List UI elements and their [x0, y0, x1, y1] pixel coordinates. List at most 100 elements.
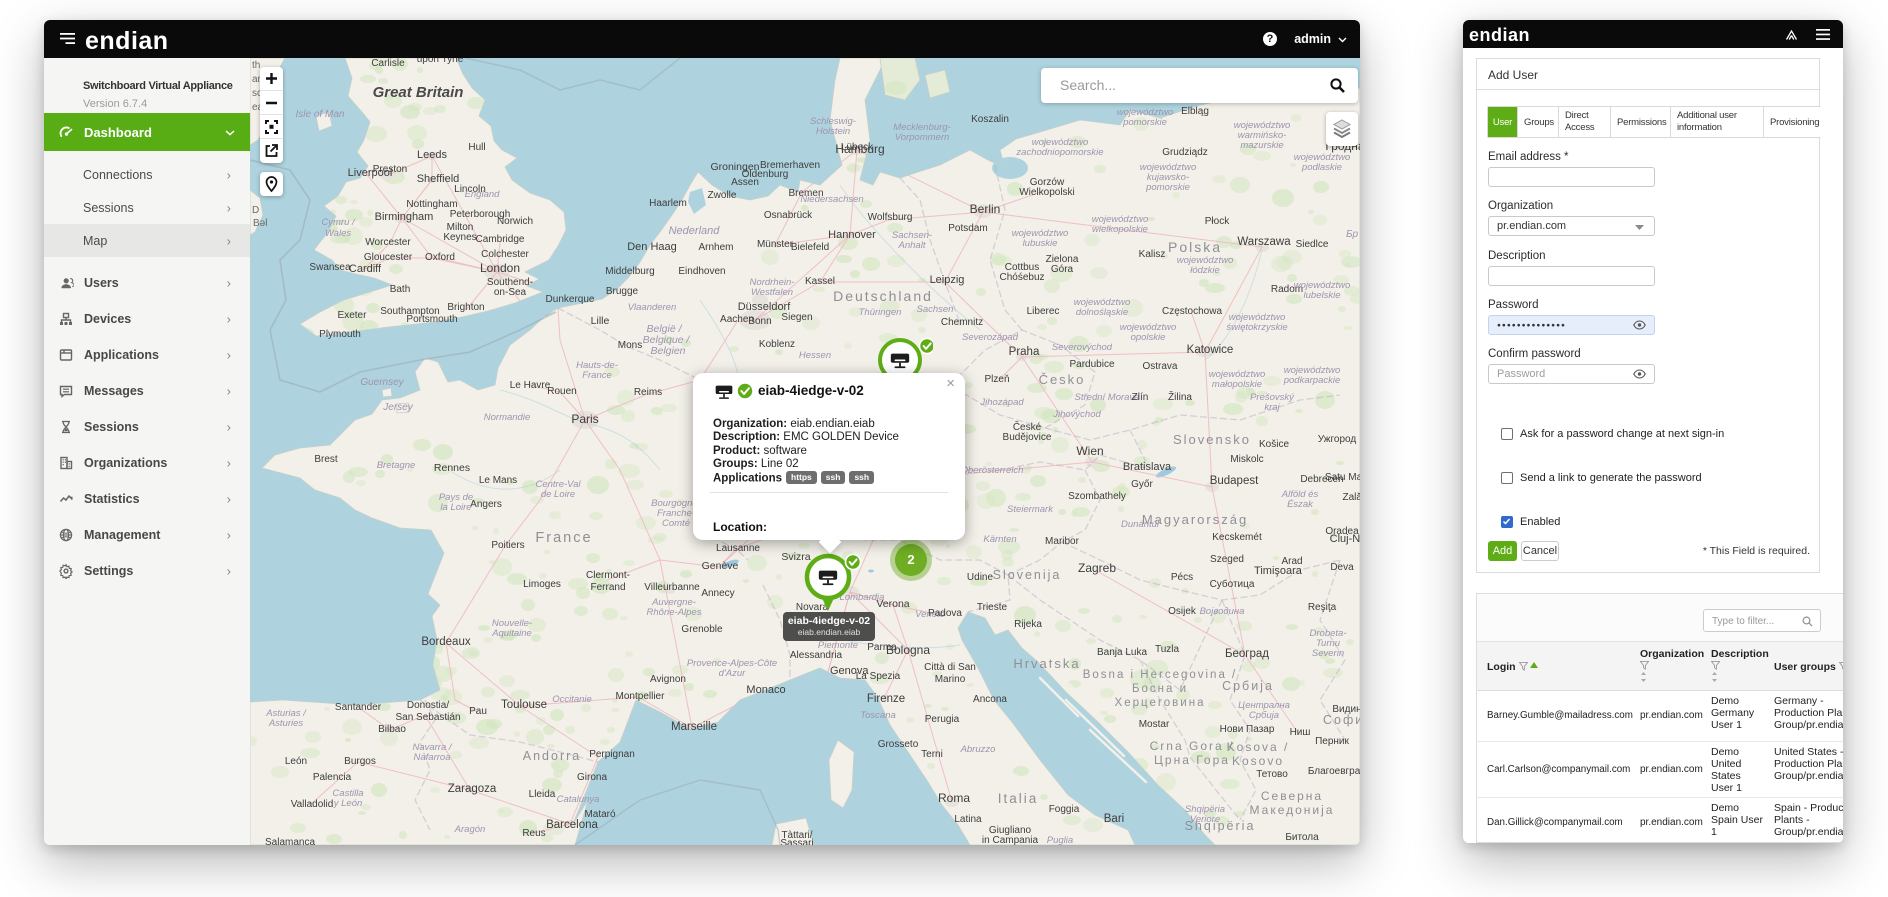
svg-text:Le Mans: Le Mans: [479, 475, 517, 486]
svg-text:Den Haag: Den Haag: [627, 241, 677, 253]
svg-text:Birmingham: Birmingham: [375, 211, 434, 223]
svg-text:Chóśebuz: Chóśebuz: [999, 272, 1044, 283]
svg-text:Carlisle: Carlisle: [371, 58, 405, 69]
svg-text:Košice: Košice: [1259, 439, 1289, 450]
svg-text:Polska: Polska: [1168, 239, 1222, 255]
svg-text:Reus: Reus: [522, 828, 545, 839]
svg-text:Pardubice: Pardubice: [1069, 359, 1114, 370]
svg-text:Bratislava: Bratislava: [1123, 461, 1172, 473]
svg-text:Isle of Man: Isle of Man: [296, 109, 345, 120]
svg-text:Grosseto: Grosseto: [878, 739, 919, 750]
svg-text:Münster: Münster: [757, 239, 794, 250]
svg-text:Worcester: Worcester: [365, 237, 411, 248]
svg-text:Slovenija: Slovenija: [993, 568, 1062, 582]
svg-text:Grudziądz: Grudziądz: [1162, 147, 1208, 158]
svg-text:Santander: Santander: [335, 702, 382, 713]
svg-text:Херцеговина: Херцеговина: [1115, 697, 1206, 709]
svg-text:France: France: [535, 530, 592, 546]
svg-text:y León: y León: [333, 798, 363, 809]
svg-text:Severozápad: Severozápad: [962, 332, 1019, 343]
svg-text:Tuzla: Tuzla: [1155, 644, 1180, 655]
svg-text:Kalisz: Kalisz: [1139, 249, 1166, 260]
svg-text:Montpellier: Montpellier: [616, 691, 666, 702]
svg-text:Padova: Padova: [928, 608, 962, 619]
svg-text:Keynes: Keynes: [443, 232, 476, 243]
svg-text:Plzeň: Plzeň: [984, 374, 1009, 385]
svg-text:София: София: [1323, 713, 1360, 727]
svg-text:upon Tyne: upon Tyne: [417, 58, 464, 65]
svg-text:Marseille: Marseille: [671, 721, 717, 733]
svg-text:Nederland: Nederland: [669, 225, 721, 237]
svg-text:Siedlce: Siedlce: [1296, 239, 1329, 250]
svg-text:León: León: [285, 756, 307, 767]
svg-text:Thüringen: Thüringen: [859, 307, 902, 318]
svg-text:Нови Пазар: Нови Пазар: [1220, 724, 1275, 735]
svg-text:Asturies: Asturies: [268, 718, 304, 729]
svg-text:Holstein: Holstein: [816, 126, 850, 137]
svg-text:Kosovo: Kosovo: [1232, 754, 1284, 768]
svg-text:Steiermark: Steiermark: [1007, 504, 1054, 515]
svg-text:podkarpackie: podkarpackie: [1283, 375, 1341, 386]
svg-text:Rouen: Rouen: [547, 386, 576, 397]
svg-text:Bremerhaven: Bremerhaven: [760, 160, 820, 171]
svg-text:Roma: Roma: [938, 791, 970, 805]
svg-text:on-Sea: on-Sea: [494, 287, 527, 298]
svg-text:Kassel: Kassel: [805, 276, 835, 287]
svg-text:Hannover: Hannover: [828, 229, 876, 241]
svg-text:Lille: Lille: [591, 315, 610, 327]
svg-text:Благоевград: Благоевград: [1308, 766, 1360, 777]
svg-text:la Loire: la Loire: [440, 502, 471, 513]
svg-text:Catalunya: Catalunya: [557, 794, 600, 805]
svg-text:Ужгород: Ужгород: [1318, 434, 1357, 445]
svg-text:wielkopolskie: wielkopolskie: [1092, 224, 1148, 235]
svg-text:Avignon: Avignon: [650, 674, 686, 685]
svg-text:Jihozápad: Jihozápad: [979, 397, 1024, 408]
svg-text:świętokrzyskie: świętokrzyskie: [1226, 322, 1287, 333]
svg-text:lubuskie: lubuskie: [1023, 238, 1058, 249]
svg-text:Jihovýchod: Jihovýchod: [1052, 409, 1101, 420]
svg-text:Angers: Angers: [470, 499, 502, 510]
svg-text:Eindhoven: Eindhoven: [678, 266, 725, 277]
svg-text:Северна: Северна: [1261, 789, 1323, 803]
svg-text:Střední Morava: Střední Morava: [1075, 392, 1140, 403]
svg-text:Cymru /: Cymru /: [321, 217, 356, 228]
svg-text:Cluj-Na: Cluj-Na: [1330, 533, 1360, 545]
svg-text:Plymouth: Plymouth: [319, 329, 361, 340]
svg-text:Terni: Terni: [921, 749, 943, 760]
svg-text:Vlaanderen: Vlaanderen: [628, 302, 677, 313]
svg-text:Colchester: Colchester: [481, 249, 529, 260]
svg-text:Lausanne: Lausanne: [716, 543, 760, 554]
svg-text:Le Havre: Le Havre: [510, 380, 551, 391]
svg-text:Palencia: Palencia: [313, 772, 352, 783]
svg-text:Perpignan: Perpignan: [589, 749, 635, 760]
svg-text:Македонија: Македонија: [1250, 803, 1335, 817]
svg-text:Praha: Praha: [1009, 346, 1040, 358]
svg-text:Црна Гора: Црна Гора: [1154, 753, 1230, 767]
svg-text:Hull: Hull: [468, 142, 485, 153]
svg-text:Liverpool: Liverpool: [348, 167, 393, 179]
svg-text:Genève: Genève: [702, 560, 739, 572]
svg-text:pomorskie: pomorskie: [1122, 117, 1167, 128]
svg-text:Brugge: Brugge: [606, 286, 639, 297]
svg-text:Битола: Битола: [1285, 832, 1319, 843]
svg-text:Budějovice: Budějovice: [1003, 432, 1052, 443]
svg-text:lubelskie: lubelskie: [1304, 290, 1341, 301]
svg-text:Firenze: Firenze: [867, 693, 905, 705]
svg-text:Norwich: Norwich: [497, 216, 533, 227]
svg-text:Crna Gora /: Crna Gora /: [1150, 739, 1235, 753]
svg-text:Liberec: Liberec: [1027, 306, 1060, 317]
svg-text:Zlín: Zlín: [1132, 392, 1149, 403]
svg-text:Szombathely: Szombathely: [1068, 491, 1126, 502]
svg-text:Kecskemét: Kecskemét: [1212, 532, 1262, 543]
svg-text:Rennes: Rennes: [434, 462, 470, 474]
svg-text:Limoges: Limoges: [523, 579, 561, 590]
svg-text:Koblenz: Koblenz: [759, 339, 795, 350]
svg-text:Војводина: Војводина: [1200, 606, 1245, 617]
svg-text:Београд: Београд: [1225, 648, 1269, 660]
svg-text:Észak: Észak: [1287, 499, 1314, 510]
svg-text:Clermont-: Clermont-: [586, 570, 630, 581]
svg-text:in Campania: in Campania: [982, 835, 1039, 845]
svg-text:Anhalt: Anhalt: [898, 240, 926, 251]
svg-text:podlaskie: podlaskie: [1301, 162, 1342, 173]
svg-text:Rijeka: Rijeka: [1014, 619, 1042, 630]
